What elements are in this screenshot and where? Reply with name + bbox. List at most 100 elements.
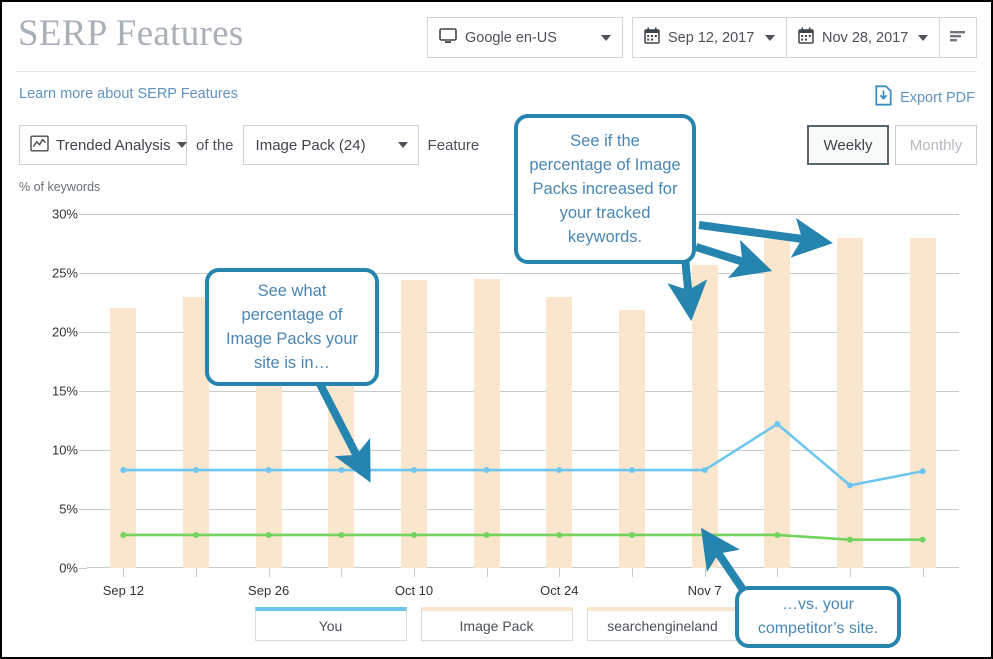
locale-selector-label: Google en-US	[465, 29, 557, 46]
line-data-point[interactable]	[919, 536, 926, 543]
line-data-point[interactable]	[120, 531, 127, 538]
header-divider	[16, 71, 977, 72]
x-tick-mark	[559, 568, 561, 577]
line-data-point[interactable]	[919, 468, 926, 475]
x-tick-label: Sep 26	[248, 583, 290, 598]
line-data-point[interactable]	[556, 467, 563, 474]
x-tick-mark	[268, 568, 270, 577]
legend-item[interactable]: searchengineland	[586, 607, 739, 641]
page-header: SERP Features Google en-US Sep 12, 2017 …	[2, 2, 991, 72]
analysis-type-label: Trended Analysis	[56, 136, 171, 154]
line-data-point[interactable]	[338, 467, 345, 474]
line-data-point[interactable]	[847, 536, 853, 543]
line-data-point[interactable]	[629, 531, 635, 538]
filter-button[interactable]	[940, 17, 977, 58]
feature-dropdown[interactable]: Image Pack (24)	[242, 125, 419, 165]
line-data-point[interactable]	[701, 531, 708, 538]
line-data-point[interactable]	[483, 531, 490, 538]
y-tick-mark	[79, 214, 87, 215]
download-document-icon	[875, 85, 892, 110]
x-tick-mark	[632, 568, 633, 577]
line-data-point[interactable]	[774, 531, 781, 538]
callout-bubble-2: See if the percentage of Image Packs inc…	[514, 114, 696, 264]
chevron-down-icon	[601, 34, 611, 41]
line-data-point[interactable]	[193, 467, 199, 474]
legend-item[interactable]: You	[254, 607, 407, 641]
y-axis-title: % of keywords	[19, 180, 101, 194]
serp-features-page: SERP Features Google en-US Sep 12, 2017 …	[0, 0, 993, 659]
x-tick-mark	[850, 568, 851, 577]
line-data-point[interactable]	[411, 467, 417, 474]
x-tick-label: Nov 7	[687, 583, 722, 598]
y-tick-label: 0%	[59, 560, 78, 576]
line-data-point[interactable]	[338, 531, 345, 538]
y-tick-label: 30%	[51, 206, 78, 222]
line-chart-icon	[30, 135, 49, 156]
y-tick-label: 15%	[51, 383, 78, 399]
line-data-point[interactable]	[120, 467, 127, 474]
y-tick-mark	[79, 391, 87, 392]
page-title: SERP Features	[18, 13, 244, 54]
analysis-type-dropdown[interactable]: Trended Analysis	[19, 125, 187, 165]
calendar-icon	[798, 27, 814, 48]
x-tick-label: Oct 10	[394, 583, 434, 598]
x-tick-mark	[777, 568, 779, 577]
start-date-selector[interactable]: Sep 12, 2017	[632, 17, 786, 58]
x-tick-mark	[196, 568, 197, 577]
line-data-point[interactable]	[411, 531, 417, 538]
y-tick-mark	[79, 332, 87, 333]
end-date-selector[interactable]: Nov 28, 2017	[786, 17, 940, 58]
line-data-point[interactable]	[847, 482, 853, 489]
serp-features-chart: 0% 5% 10% 15% 20% 25% 30% Sep 12 Sep 26 Oct 10 Oct…	[19, 198, 977, 598]
monitor-icon	[439, 27, 457, 48]
calendar-icon	[644, 27, 660, 48]
legend-item[interactable]: Image Pack	[420, 607, 573, 641]
connector-text: of the	[196, 136, 234, 154]
line-data-point[interactable]	[701, 467, 708, 474]
x-tick-mark	[922, 568, 924, 577]
y-tick-label: 10%	[51, 442, 78, 458]
line-data-point[interactable]	[556, 531, 563, 538]
callout-bubble-1: See what percentage of Image Packs your …	[205, 268, 379, 386]
line-data-point[interactable]	[265, 467, 272, 474]
x-tick-label: Sep 12	[102, 583, 144, 598]
locale-selector[interactable]: Google en-US	[427, 17, 623, 58]
y-tick-mark	[79, 450, 87, 451]
feature-suffix-text: Feature	[427, 136, 480, 154]
chevron-down-icon	[397, 142, 408, 148]
x-tick-mark	[486, 568, 488, 577]
y-tick-mark	[79, 568, 87, 569]
chevron-down-icon	[765, 34, 775, 41]
callout-bubble-3: …vs. your competitor’s site.	[735, 586, 901, 648]
feature-label: Image Pack (24)	[255, 136, 366, 154]
x-tick-label: Oct 24	[540, 583, 579, 598]
line-data-point[interactable]	[265, 531, 272, 538]
y-tick-mark	[79, 509, 87, 510]
line-data-point[interactable]	[774, 421, 781, 428]
header-controls: Google en-US Sep 12, 2017 Nov 28, 2017	[427, 17, 977, 58]
export-pdf-button[interactable]: Export PDF	[875, 85, 975, 110]
chevron-down-icon	[176, 142, 187, 148]
weekly-toggle-button[interactable]: Weekly	[807, 125, 889, 165]
x-tick-mark	[123, 568, 125, 577]
start-date-label: Sep 12, 2017	[668, 29, 755, 46]
x-tick-mark	[341, 568, 343, 577]
y-tick-label: 20%	[51, 324, 78, 340]
analysis-selector-row: Trended Analysis of the Image Pack (24) …	[19, 125, 488, 165]
period-toggle-group: Weekly Monthly	[807, 125, 977, 165]
y-tick-mark	[79, 273, 87, 274]
filter-icon	[949, 29, 967, 47]
x-tick-mark	[414, 568, 415, 577]
y-tick-label: 5%	[59, 501, 78, 517]
learn-more-link[interactable]: Learn more about SERP Features	[19, 86, 238, 102]
monthly-toggle-button[interactable]: Monthly	[895, 125, 977, 165]
line-data-point[interactable]	[629, 467, 635, 474]
x-tick-mark	[704, 568, 706, 577]
line-data-point[interactable]	[193, 531, 199, 538]
line-data-point[interactable]	[483, 467, 490, 474]
line-series-you	[123, 422, 923, 487]
end-date-label: Nov 28, 2017	[822, 29, 909, 46]
export-pdf-label: Export PDF	[900, 89, 975, 106]
y-tick-label: 25%	[51, 265, 78, 281]
chevron-down-icon	[918, 34, 928, 41]
